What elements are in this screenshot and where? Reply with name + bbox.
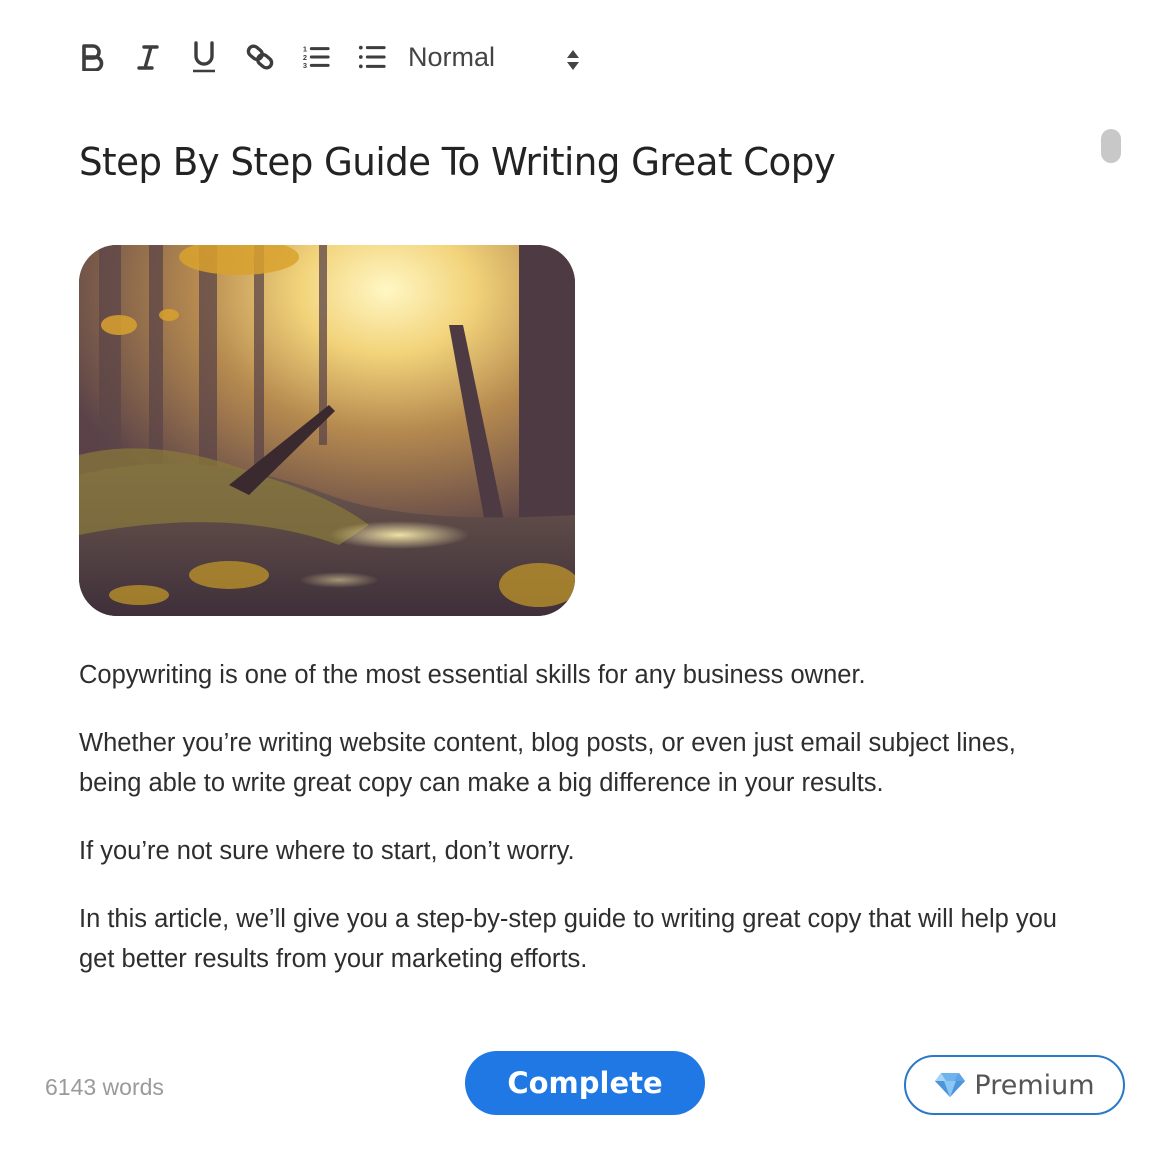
paragraph[interactable]: Whether you’re writing website content, … [79, 723, 1079, 803]
text-format-select[interactable]: Normal [408, 40, 580, 74]
word-count: 6143 words [45, 1074, 164, 1100]
scrollbar-thumb[interactable] [1101, 129, 1121, 163]
premium-button[interactable]: Premium [904, 1055, 1125, 1115]
italic-button[interactable] [134, 40, 162, 74]
diamond-icon [935, 1073, 966, 1097]
complete-button[interactable]: Complete [465, 1051, 705, 1115]
underline-icon [193, 41, 215, 73]
premium-label: Premium [974, 1069, 1095, 1101]
bullet-list-icon [358, 45, 386, 69]
document-title[interactable]: Step By Step Guide To Writing Great Copy [79, 140, 836, 184]
svg-text:3: 3 [303, 61, 307, 70]
ordered-list-button[interactable]: 1 2 3 [302, 40, 330, 74]
bold-icon [82, 44, 104, 71]
link-button[interactable] [246, 40, 274, 74]
bullet-list-button[interactable] [358, 40, 386, 74]
formatting-toolbar: 1 2 3 Normal [78, 36, 580, 78]
ordered-list-icon: 1 2 3 [303, 44, 330, 70]
bold-button[interactable] [78, 40, 106, 74]
article-image[interactable] [79, 245, 575, 616]
select-arrows-icon [567, 50, 579, 70]
paragraph[interactable]: Copywriting is one of the most essential… [79, 655, 1079, 695]
document-body[interactable]: Copywriting is one of the most essential… [79, 655, 1079, 1007]
italic-icon [137, 45, 159, 70]
paragraph[interactable]: If you’re not sure where to start, don’t… [79, 831, 1079, 871]
forest-illustration [79, 245, 575, 616]
underline-button[interactable] [190, 40, 218, 74]
link-icon [246, 44, 274, 70]
paragraph[interactable]: In this article, we’ll give you a step-b… [79, 899, 1079, 979]
format-select-value: Normal [408, 41, 496, 72]
